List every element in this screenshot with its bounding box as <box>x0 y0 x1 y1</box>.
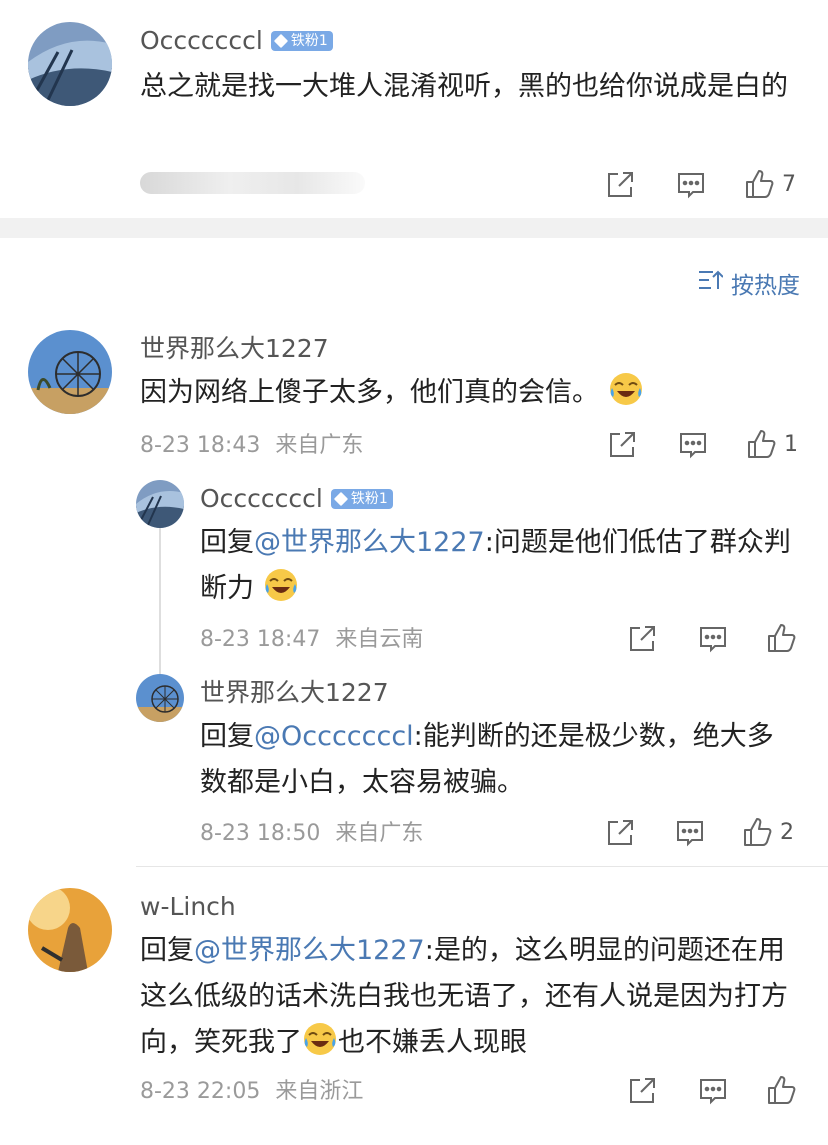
comment-meta: 8-23 18:43 来自广东 <box>140 432 363 460</box>
comment-page: Occcccccl 铁粉1 总之就是找一大堆人混淆视听，黑的也给你说成是白的 7 … <box>0 0 828 1145</box>
like-count: 7 <box>782 171 796 197</box>
comment-button[interactable] <box>698 624 728 654</box>
comment-text-tail: 也不嫌丢人现眼 <box>338 1027 527 1058</box>
post-content: 总之就是找一大堆人混淆视听，黑的也给你说成是白的 <box>140 71 788 102</box>
comment-icon <box>675 818 705 848</box>
thread-line <box>159 527 161 679</box>
comment-text: 因为网络上傻子太多，他们真的会信。 <box>140 377 599 408</box>
comment-content: 因为网络上傻子太多，他们真的会信。 <box>140 370 800 422</box>
username[interactable]: Occcccccl 铁粉1 <box>140 26 333 56</box>
reply-content: 回复@世界那么大1227:问题是他们低估了群众判断力 <box>200 520 800 618</box>
fan-badge: 铁粉1 <box>330 489 393 509</box>
reply-meta: 8-23 18:47 来自云南 <box>200 626 423 654</box>
mention-link[interactable]: @Occcccccl <box>254 721 414 752</box>
like-button[interactable] <box>766 1074 798 1106</box>
mention-link[interactable]: @世界那么大1227 <box>254 527 485 558</box>
avatar[interactable] <box>28 888 112 972</box>
share-icon <box>607 430 637 460</box>
like-button[interactable] <box>766 622 798 654</box>
location: 来自浙江 <box>275 1079 364 1104</box>
comment-icon <box>678 430 708 460</box>
sort-icon <box>697 269 724 297</box>
avatar[interactable] <box>136 480 184 528</box>
comment-button[interactable] <box>676 170 706 200</box>
share-button[interactable] <box>605 170 635 200</box>
timestamp: 8-23 18:50 <box>200 821 321 846</box>
share-button[interactable] <box>627 624 657 654</box>
thumbs-up-icon <box>766 622 798 654</box>
share-button[interactable] <box>607 430 637 460</box>
comment-meta: 8-23 22:05 来自浙江 <box>140 1078 363 1106</box>
badge-label: 铁粉1 <box>350 491 388 507</box>
like-button[interactable]: 7 <box>744 168 796 200</box>
reply-prefix: 回复 <box>140 935 194 966</box>
username[interactable]: w-Linch <box>140 892 236 922</box>
timestamp: 8-23 18:47 <box>200 627 321 652</box>
username-text[interactable]: Occcccccl <box>200 484 323 513</box>
divider <box>136 866 828 867</box>
laughing-crying-emoji <box>263 567 299 618</box>
comment-button[interactable] <box>678 430 708 460</box>
sort-label[interactable]: 按热度 <box>731 266 800 300</box>
thumbs-up-icon <box>766 1074 798 1106</box>
section-divider <box>0 218 828 238</box>
timestamp: 8-23 22:05 <box>140 1079 261 1104</box>
like-button[interactable]: 1 <box>746 428 798 460</box>
like-count: 1 <box>784 431 798 457</box>
comment-icon <box>676 170 706 200</box>
timestamp: 8-23 18:43 <box>140 433 261 458</box>
reply-content: 回复@Occcccccl:能判断的还是极少数，绝大多数都是小白，太容易被骗。 <box>200 714 800 806</box>
fan-badge: 铁粉1 <box>270 31 333 51</box>
location: 来自广东 <box>275 433 364 458</box>
comment-content: 回复@世界那么大1227:是的，这么明显的问题还在用这么低级的话术洗白我也无语了… <box>140 928 804 1072</box>
top-post: Occcccccl 铁粉1 总之就是找一大堆人混淆视听，黑的也给你说成是白的 7 <box>0 0 828 218</box>
reply-prefix: 回复 <box>200 721 254 752</box>
laughing-crying-emoji <box>302 1021 338 1072</box>
reply-prefix: 回复 <box>200 527 254 558</box>
avatar[interactable] <box>136 674 184 722</box>
share-button[interactable] <box>627 1076 657 1106</box>
username-text[interactable]: Occcccccl <box>140 26 263 55</box>
username[interactable]: 世界那么大1227 <box>140 334 329 364</box>
thumbs-up-icon <box>744 168 776 200</box>
location: 来自云南 <box>335 627 424 652</box>
comment-icon <box>698 624 728 654</box>
laughing-crying-emoji <box>608 371 644 422</box>
diamond-icon <box>333 491 348 507</box>
share-icon <box>627 624 657 654</box>
username[interactable]: Occcccccl 铁粉1 <box>200 484 393 514</box>
mention-link[interactable]: @世界那么大1227 <box>194 935 425 966</box>
share-icon <box>605 170 635 200</box>
location: 来自广东 <box>335 821 424 846</box>
like-button[interactable]: 2 <box>742 816 794 848</box>
comment-icon <box>698 1076 728 1106</box>
username[interactable]: 世界那么大1227 <box>200 678 389 708</box>
like-count: 2 <box>780 819 794 845</box>
thumbs-up-icon <box>746 428 778 460</box>
share-icon <box>605 818 635 848</box>
badge-label: 铁粉1 <box>290 33 328 49</box>
reply-meta: 8-23 18:50 来自广东 <box>200 820 423 848</box>
sort-toggle[interactable]: 按热度 <box>697 266 800 300</box>
avatar[interactable] <box>28 22 112 106</box>
comment-button[interactable] <box>698 1076 728 1106</box>
avatar[interactable] <box>28 330 112 414</box>
thumbs-up-icon <box>742 816 774 848</box>
diamond-icon <box>273 33 288 49</box>
share-button[interactable] <box>605 818 635 848</box>
share-icon <box>627 1076 657 1106</box>
blurred-meta <box>140 172 365 194</box>
comment-button[interactable] <box>675 818 705 848</box>
